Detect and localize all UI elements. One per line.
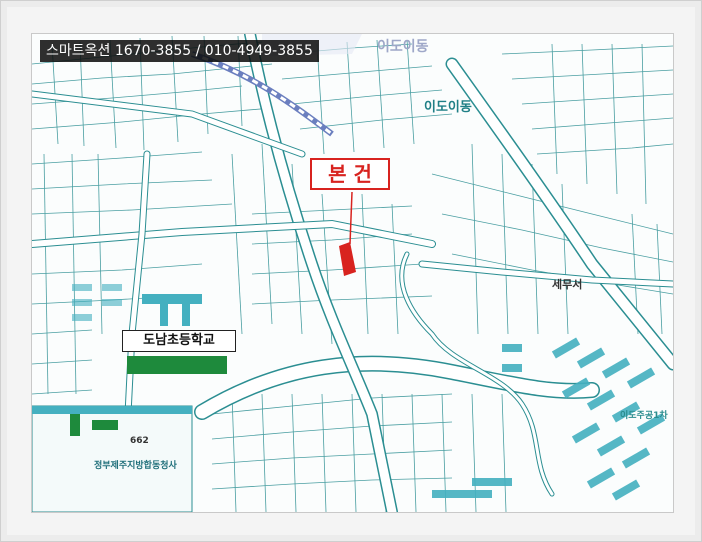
- school-label: 도남초등학교: [122, 330, 236, 352]
- district-label-mid: 이도이동: [424, 100, 472, 115]
- apartment-label: 이도주공1차: [620, 411, 668, 421]
- cadastral-map[interactable]: 스마트옥션 1670-3855 / 010-4949-3855 본 건 도남초등…: [31, 33, 674, 513]
- government-complex-label: 정부제주지방합동청사: [94, 461, 177, 471]
- lot-number-label: 662: [130, 436, 149, 446]
- district-label-top: 이도이동: [377, 39, 429, 55]
- tax-office-label: 세무서: [552, 278, 583, 291]
- contact-banner: 스마트옥션 1670-3855 / 010-4949-3855: [40, 40, 319, 62]
- map-drawing: [32, 34, 673, 512]
- image-frame: 스마트옥션 1670-3855 / 010-4949-3855 본 건 도남초등…: [0, 0, 702, 542]
- subject-property-label: 본 건: [310, 158, 390, 190]
